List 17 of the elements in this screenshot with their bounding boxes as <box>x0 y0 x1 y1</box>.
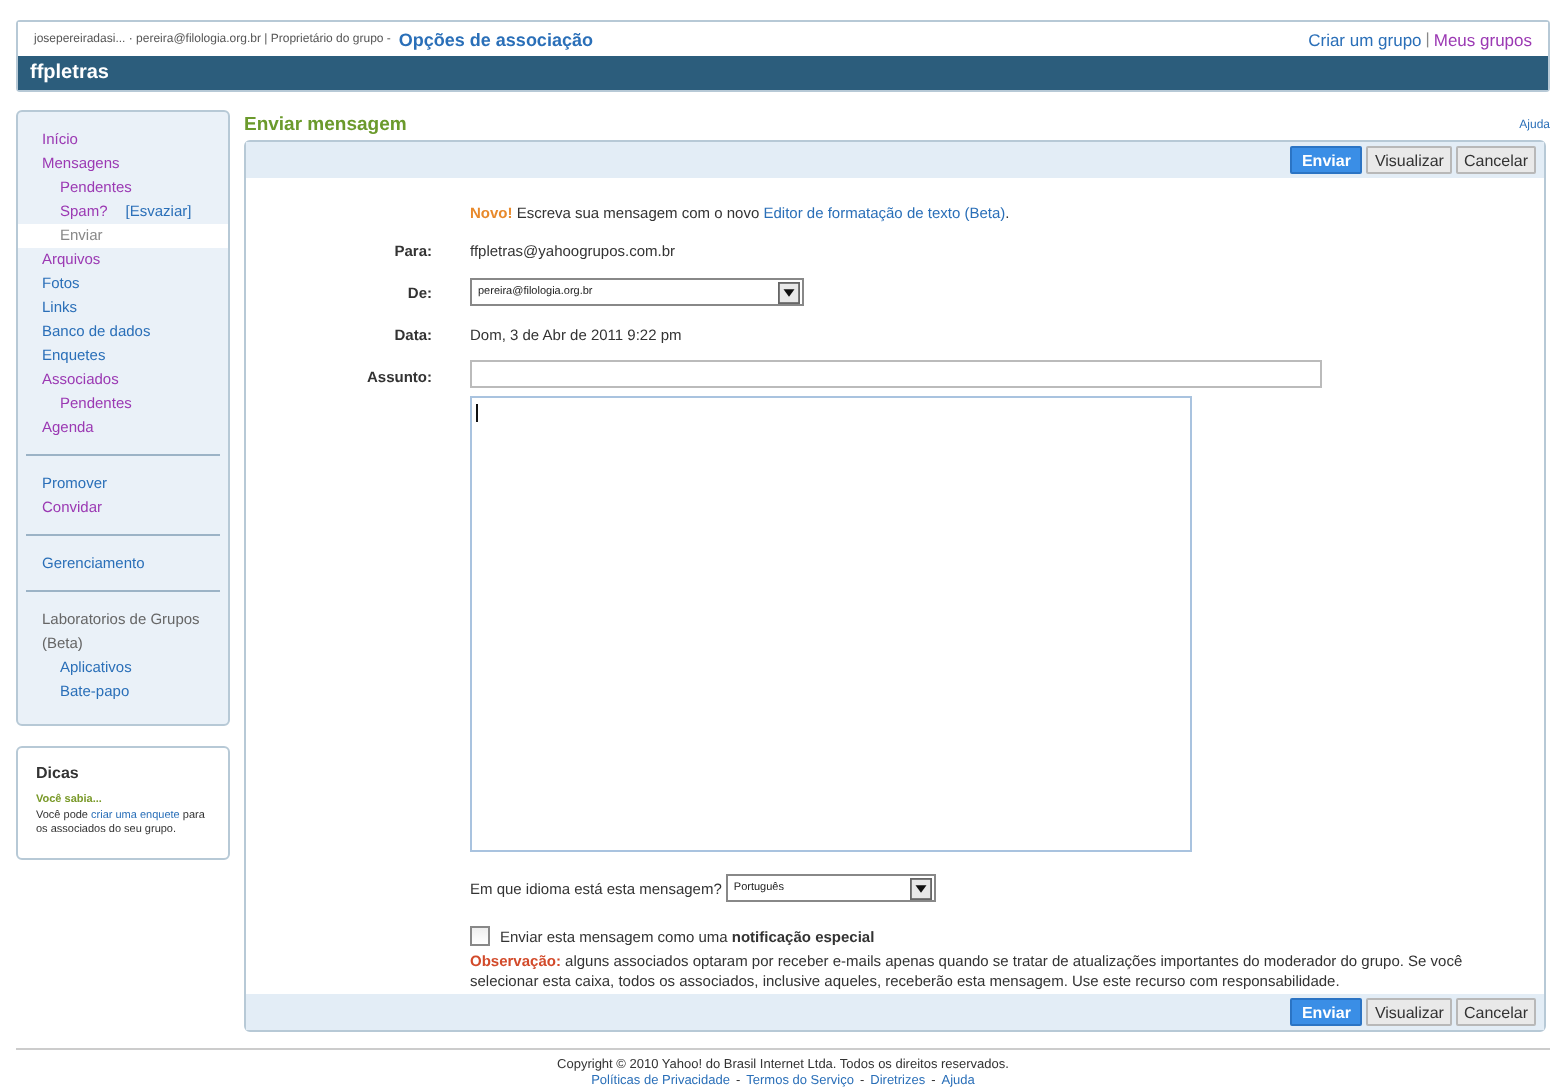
toolbar-button[interactable]: Visualizar <box>1366 998 1452 1026</box>
text-cursor <box>476 404 478 422</box>
tips-title: Dicas <box>36 764 81 782</box>
header-link[interactable]: Meus grupos <box>1433 29 1532 49</box>
checkbox[interactable] <box>470 926 490 946</box>
header-link[interactable]: Criar um grupo <box>1308 29 1422 49</box>
link-separator: | <box>1425 30 1430 48</box>
send-button[interactable]: Enviar <box>1289 998 1363 1026</box>
toolbar-button[interactable]: Cancelar <box>1455 998 1536 1026</box>
toolbar-button[interactable]: Visualizar <box>1366 146 1452 174</box>
message-body-field[interactable] <box>470 396 1192 852</box>
subject-field[interactable] <box>470 360 1322 388</box>
send-button[interactable]: Enviar <box>1289 146 1363 174</box>
page-title: Enviar mensagem <box>244 114 407 136</box>
group-name-bar: ffpletras <box>18 56 1548 90</box>
toolbar-button[interactable]: Cancelar <box>1455 146 1536 174</box>
section-title[interactable]: Opções de associação <box>398 29 593 49</box>
